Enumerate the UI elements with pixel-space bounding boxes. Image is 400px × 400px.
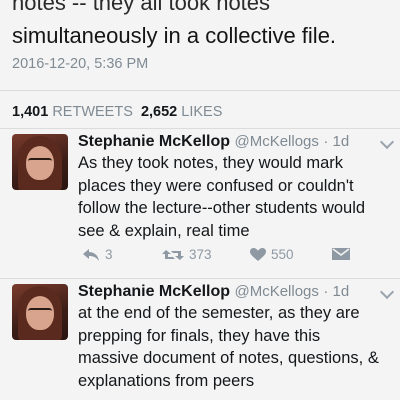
tweet-timestamp: 2016-12-20, 5:36 PM xyxy=(12,56,149,72)
retweets-count[interactable]: 1,401 xyxy=(12,104,48,120)
tweet-text-line: As they took notes, they would mark xyxy=(78,154,344,172)
like-button[interactable]: 550 xyxy=(250,247,294,262)
author-name[interactable]: Stephanie McKellop xyxy=(78,133,230,150)
tweet-text-line: simultaneously in a collective file. xyxy=(12,23,337,48)
heart-icon xyxy=(250,247,266,261)
retweet-icon xyxy=(162,249,184,260)
tweet-actions: 3 373 550 xyxy=(78,247,392,267)
divider xyxy=(0,90,400,91)
tweet-age[interactable]: · 1d xyxy=(323,283,349,300)
divider xyxy=(0,128,400,129)
tweet-continuation-text: notes -- they all took notes simultaneou… xyxy=(12,0,392,52)
reply-count: 3 xyxy=(105,247,113,262)
avatar[interactable] xyxy=(12,284,68,340)
direct-message-button[interactable] xyxy=(332,247,350,261)
author-name[interactable]: Stephanie McKellop xyxy=(78,283,230,300)
envelope-icon xyxy=(332,248,350,260)
retweets-label[interactable]: RETWEETS xyxy=(52,104,133,120)
reply-button[interactable]: 3 xyxy=(82,247,113,262)
tweet-body: at the end of the semester, as they are … xyxy=(78,302,396,392)
tweet-body: As they took notes, they would mark plac… xyxy=(78,152,396,242)
tweet-text-line: see & explain, real time xyxy=(78,221,250,240)
divider xyxy=(0,278,400,279)
tweet-stats: 1,401 RETWEETS 2,652 LIKES xyxy=(12,104,222,120)
tweet-text-line: notes -- they all took notes xyxy=(12,0,271,15)
avatar[interactable] xyxy=(12,134,68,190)
tweet-text-line: at the end of the semester, as they are xyxy=(78,304,360,322)
likes-label[interactable]: LIKES xyxy=(181,104,222,120)
retweet-button[interactable]: 373 xyxy=(162,247,212,262)
tweet-header: Stephanie McKellop @McKellogs · 1d xyxy=(78,283,392,301)
tweet-text-line: follow the lecture--other students would xyxy=(78,199,366,217)
reply-icon xyxy=(83,248,99,261)
tweet-text-line: explanations from peers xyxy=(78,371,255,390)
tweet-age[interactable]: · 1d xyxy=(323,133,349,150)
likes-count[interactable]: 2,652 xyxy=(141,104,177,120)
tweet-text-line: prepping for finals, they have this xyxy=(78,326,321,345)
tweet-text-line: places they were confused or couldn't xyxy=(78,176,354,195)
tweet-header: Stephanie McKellop @McKellogs · 1d xyxy=(78,133,392,151)
like-count: 550 xyxy=(271,247,294,262)
tweet-text-line: massive document of notes, questions, & xyxy=(78,349,379,367)
retweet-count: 373 xyxy=(189,247,212,262)
author-handle[interactable]: @McKellogs xyxy=(234,133,318,150)
author-handle[interactable]: @McKellogs xyxy=(234,283,318,300)
